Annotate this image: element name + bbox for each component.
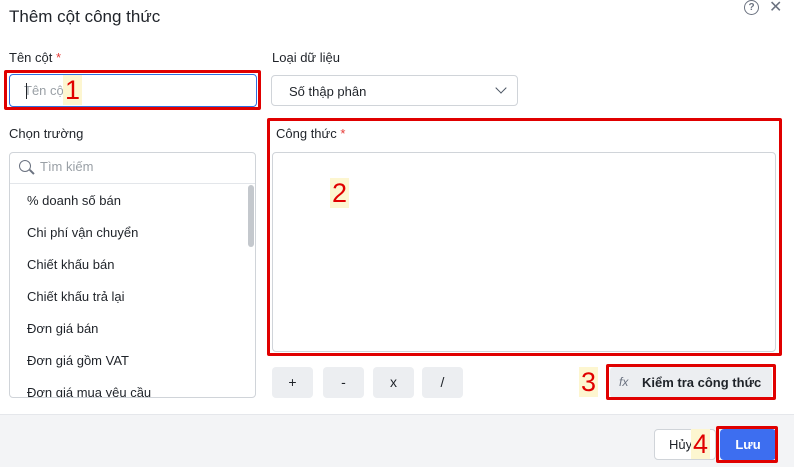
search-icon (19, 160, 31, 172)
dialog-title: Thêm cột công thức (9, 7, 161, 26)
formula-label: Công thức * (276, 126, 346, 141)
annotation-number-3: 3 (579, 367, 599, 397)
check-formula-label: Kiểm tra công thức (642, 375, 762, 390)
column-name-input[interactable] (10, 75, 256, 106)
field-list-item[interactable]: Đơn giá bán (10, 313, 246, 345)
operator-plus-button[interactable]: + (272, 367, 313, 398)
operator-multiply-button[interactable]: x (373, 367, 414, 398)
function-icon: fx (619, 375, 629, 389)
data-type-select[interactable]: Số thập phân (271, 75, 518, 106)
field-chooser-label: Chọn trường (9, 126, 84, 141)
column-name-field[interactable] (9, 74, 257, 107)
operator-minus-button[interactable]: - (323, 367, 364, 398)
field-list-item[interactable]: Chiết khấu bán (10, 249, 246, 281)
formula-editor[interactable] (272, 152, 776, 352)
field-search-input[interactable] (40, 159, 240, 174)
field-search-box[interactable] (10, 153, 255, 184)
formula-textarea[interactable] (273, 153, 775, 351)
required-mark: * (55, 50, 62, 65)
operator-divide-button[interactable]: / (422, 367, 463, 398)
help-icon[interactable]: ? (744, 0, 759, 15)
save-button[interactable]: Lưu (720, 429, 776, 460)
field-list: % doanh số bán Chi phí vận chuyển Chiết … (10, 185, 246, 397)
field-list-item[interactable]: Đơn giá gồm VAT (10, 345, 246, 377)
chevron-down-icon (495, 82, 507, 94)
field-list-scrollbar[interactable] (248, 185, 254, 247)
cancel-button[interactable]: Hủy (654, 429, 716, 460)
field-list-item[interactable]: % doanh số bán (10, 185, 246, 217)
close-icon[interactable]: ✕ (769, 0, 782, 17)
field-list-item[interactable]: Chi phí vận chuyển (10, 217, 246, 249)
required-mark: * (340, 126, 346, 141)
add-formula-column-dialog: Thêm cột công thức ? ✕ Tên cột * Loại dữ… (0, 0, 794, 467)
data-type-label: Loại dữ liệu (272, 50, 340, 65)
field-list-item[interactable]: Đơn giá mua yêu cầu (10, 377, 246, 397)
data-type-selected-value: Số thập phân (289, 84, 367, 99)
text-caret (26, 83, 27, 99)
field-list-item[interactable]: Chiết khấu trả lại (10, 281, 246, 313)
column-name-label: Tên cột * (9, 50, 62, 65)
field-chooser-panel: % doanh số bán Chi phí vận chuyển Chiết … (9, 152, 256, 398)
check-formula-button[interactable]: fx Kiểm tra công thức (610, 367, 772, 398)
